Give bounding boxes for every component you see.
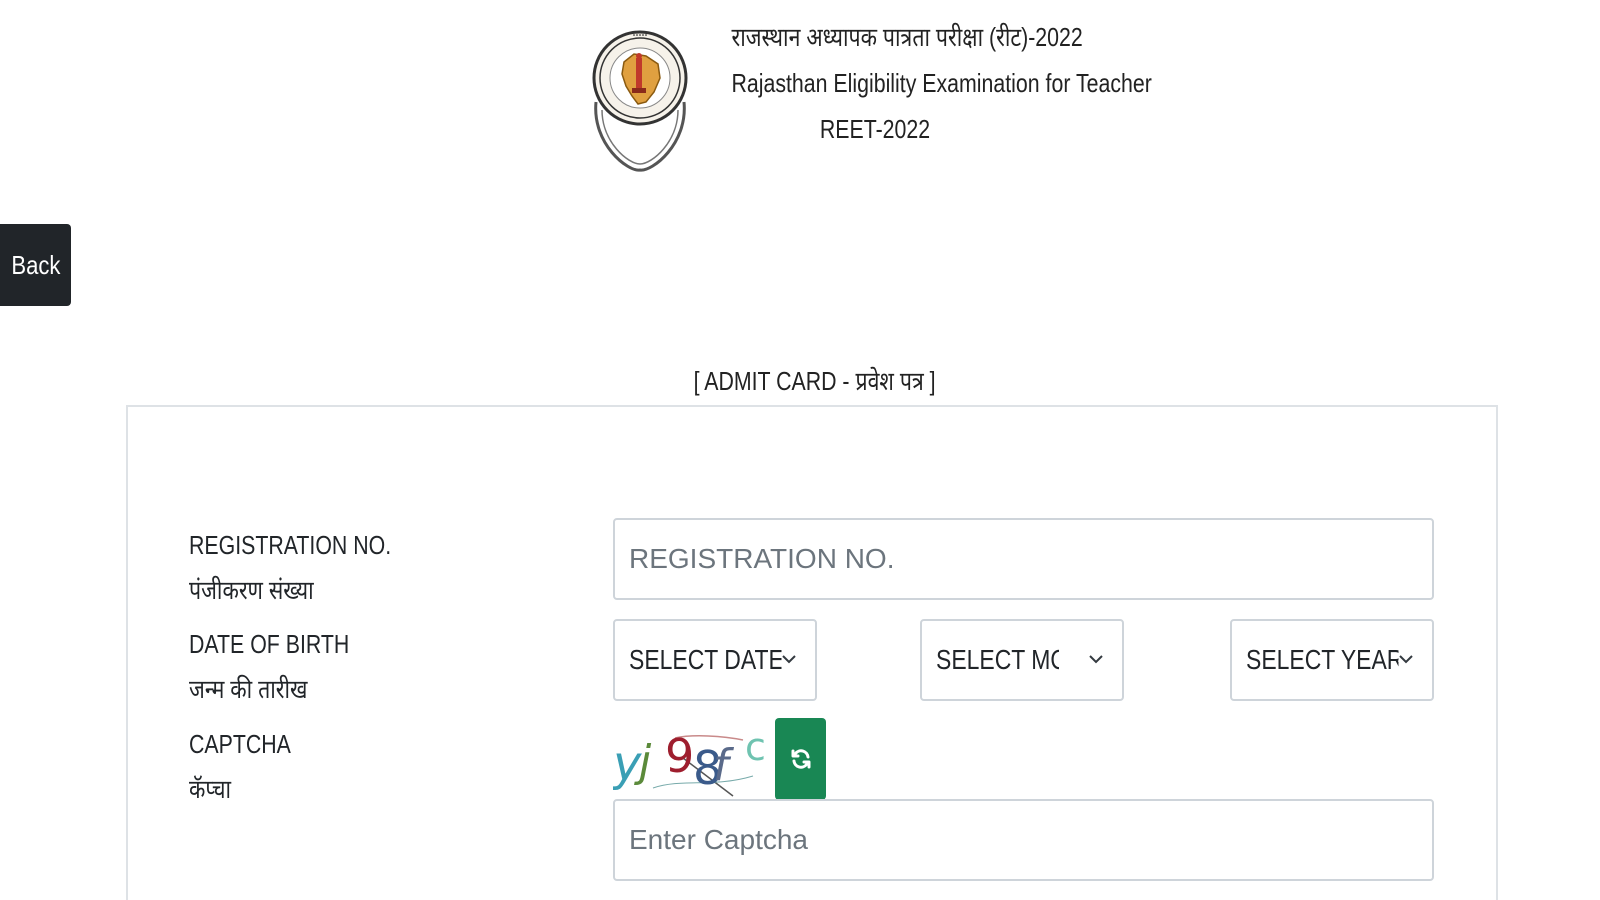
header-titles: राजस्थान अध्यापक पात्रता परीक्षा (रीट)-2… bbox=[700, 14, 1152, 152]
select-date-value: SELECT DATE bbox=[629, 644, 782, 675]
captcha-refresh-button[interactable] bbox=[775, 718, 826, 800]
captcha-label: CAPTCHA कॅप्चा bbox=[189, 722, 313, 812]
captcha-char-6: c bbox=[745, 725, 766, 769]
section-title-text: [ ADMIT CARD - प्रवेश पत्र ] bbox=[693, 366, 937, 396]
select-date-dropdown[interactable]: SELECT DATE bbox=[613, 619, 817, 701]
registration-label-hi: पंजीकरण संख्या bbox=[189, 575, 314, 605]
registration-label: REGISTRATION NO. पंजीकरण संख्या bbox=[189, 523, 436, 613]
dob-label: DATE OF BIRTH जन्म की तारीख bbox=[189, 622, 385, 712]
back-button-label: Back bbox=[10, 249, 61, 280]
captcha-image: y j 9 8 f c bbox=[613, 725, 766, 797]
captcha-char-5: f bbox=[713, 740, 735, 791]
select-month-value: SELECT MONTH bbox=[936, 644, 1059, 675]
section-title: [ ADMIT CARD - प्रवेश पत्र ] bbox=[0, 362, 1600, 398]
captcha-input[interactable] bbox=[613, 799, 1434, 881]
select-month-dropdown[interactable]: SELECT MONTH bbox=[920, 619, 1124, 701]
page-header: ॰॰॰॰॰ राजस्थान अध्यापक पात्रता परीक्षा (… bbox=[588, 14, 1152, 174]
page: ॰॰॰॰॰ राजस्थान अध्यापक पात्रता परीक्षा (… bbox=[0, 0, 1600, 900]
header-title-short: REET-2022 bbox=[819, 114, 931, 144]
back-button[interactable]: Back bbox=[0, 224, 71, 306]
captcha-label-hi: कॅप्चा bbox=[189, 774, 232, 804]
svg-text:॰॰॰॰॰: ॰॰॰॰॰ bbox=[633, 32, 648, 40]
header-title-english: Rajasthan Eligibility Examination for Te… bbox=[731, 68, 1152, 98]
dob-label-en: DATE OF BIRTH bbox=[189, 629, 350, 659]
registration-label-en: REGISTRATION NO. bbox=[189, 530, 392, 560]
chevron-down-icon bbox=[782, 655, 796, 664]
captcha-char-3: 9 bbox=[665, 729, 694, 783]
refresh-icon bbox=[791, 749, 810, 769]
chevron-down-icon bbox=[1089, 655, 1103, 664]
chevron-down-icon bbox=[1399, 655, 1413, 664]
select-year-dropdown[interactable]: SELECT YEAR bbox=[1230, 619, 1434, 701]
registration-number-input[interactable] bbox=[613, 518, 1434, 600]
captcha-char-1: y bbox=[613, 736, 642, 792]
header-title-hindi: राजस्थान अध्यापक पात्रता परीक्षा (रीट)-2… bbox=[731, 22, 1083, 52]
dob-label-hi: जन्म की तारीख bbox=[189, 674, 308, 704]
select-year-value: SELECT YEAR bbox=[1246, 644, 1399, 675]
captcha-label-en: CAPTCHA bbox=[189, 729, 291, 759]
board-seal-logo: ॰॰॰॰॰ bbox=[592, 30, 688, 172]
